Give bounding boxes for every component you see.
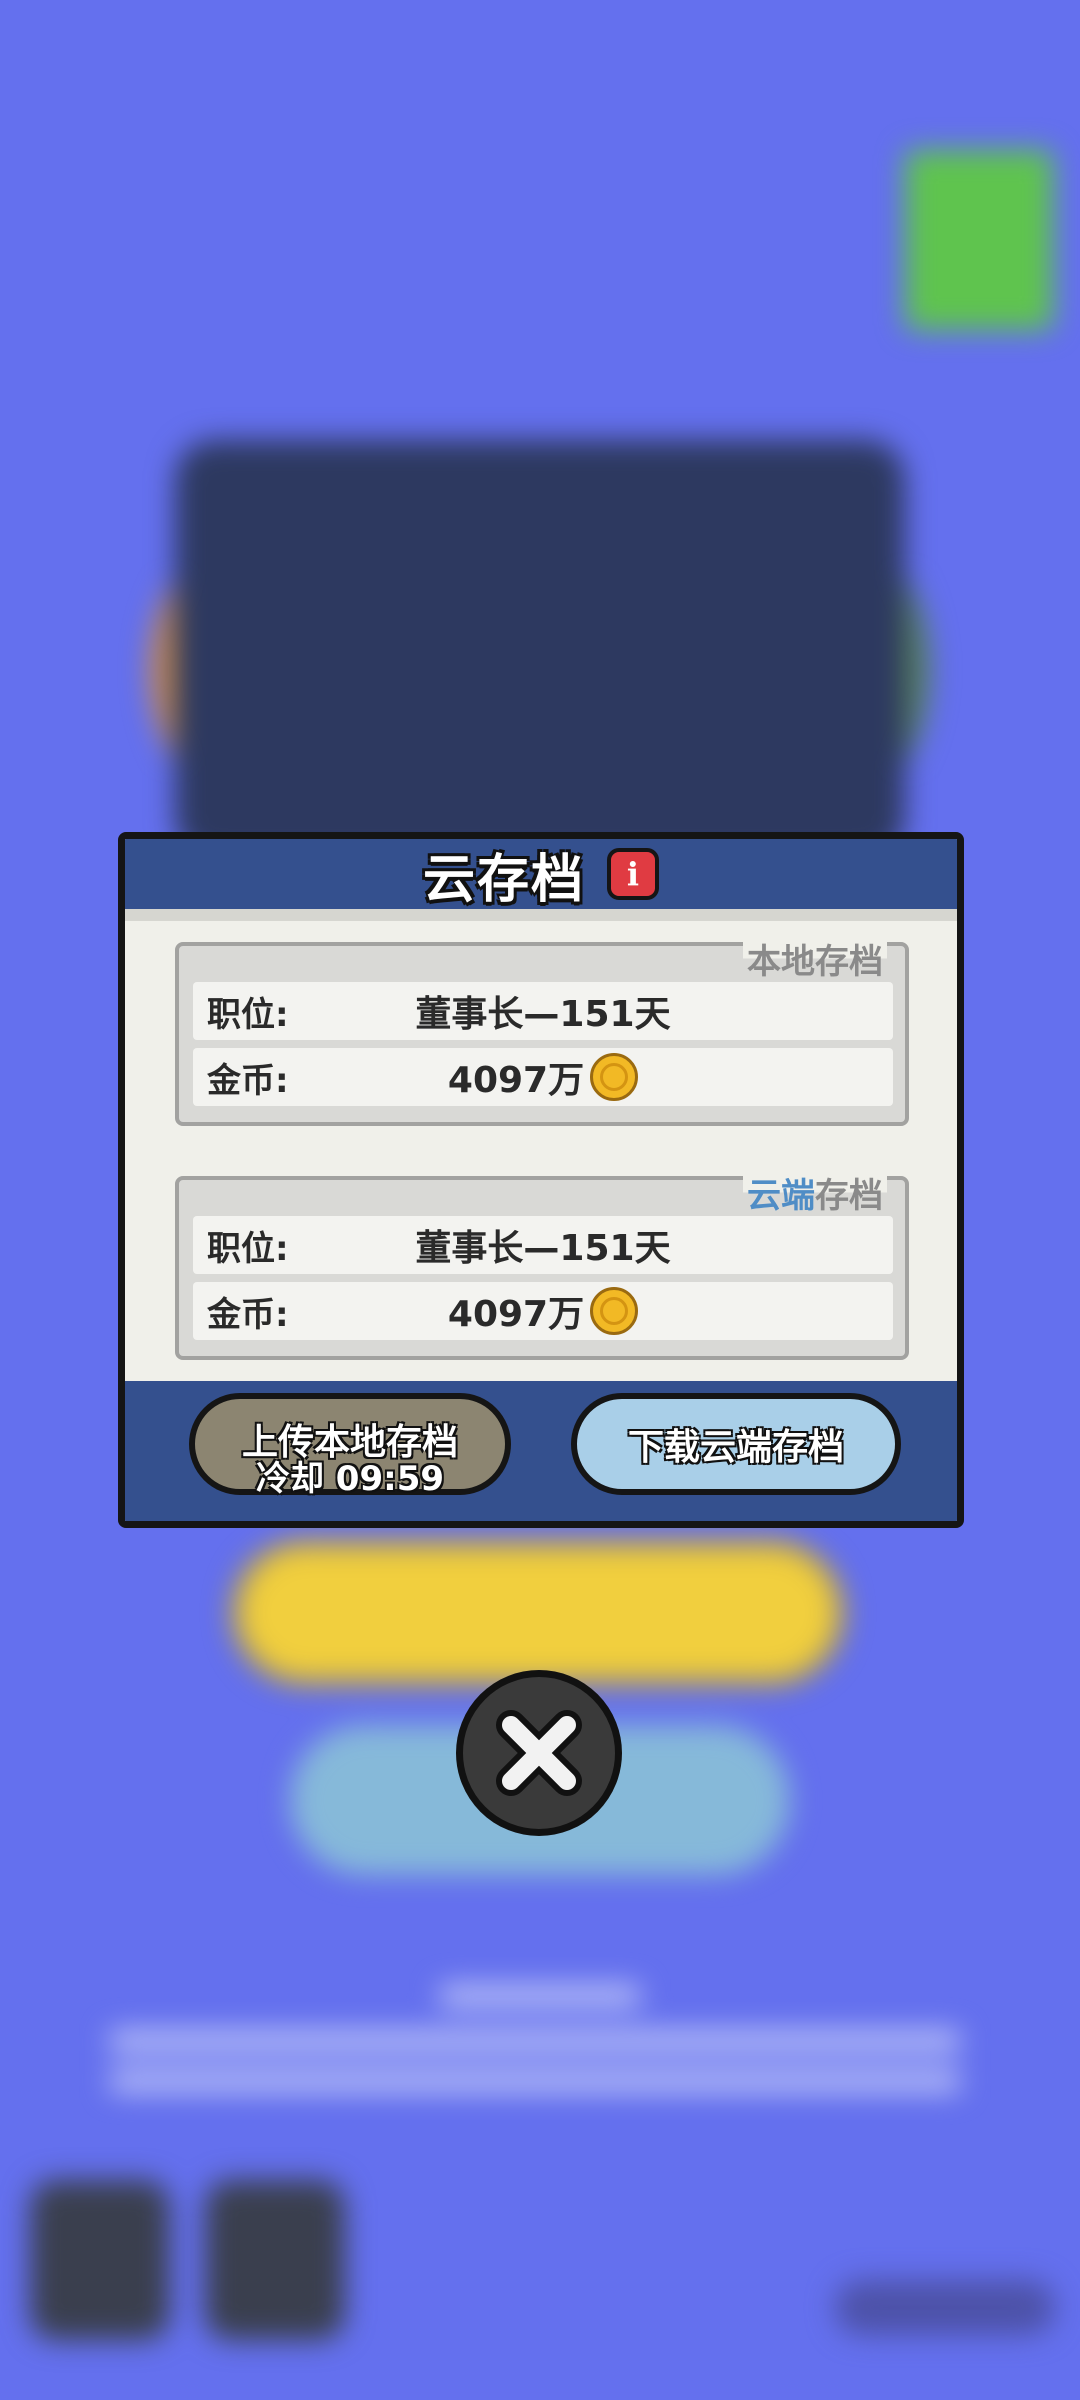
local-save-panel: 本地存档 职位: 董事长—151天 金币: 4097万 <box>175 934 909 1126</box>
dialog-title: 云存档 <box>422 849 585 910</box>
position-value: 董事长—151天 <box>415 1228 671 1269</box>
cloud-save-label-accent: 云端 <box>747 1176 815 1216</box>
local-position-row: 职位: 董事长—151天 <box>193 982 893 1040</box>
info-icon[interactable]: i <box>607 848 659 900</box>
cloud-position-row: 职位: 董事长—151天 <box>193 1216 893 1274</box>
download-cloud-save-button[interactable]: 下载云端存档 <box>571 1393 901 1495</box>
header-divider <box>125 909 957 921</box>
gold-value: 4097万 <box>447 1294 585 1335</box>
gold-value: 4097万 <box>447 1060 585 1101</box>
dialog-footer: 上传本地存档 冷却 09:59 下载云端存档 <box>125 1381 957 1521</box>
coin-icon-inner <box>600 1297 629 1325</box>
cloud-save-dialog: 云存档 i 本地存档 职位: 董事长—151天 金币: 4097万 云端存档 职… <box>118 832 964 1528</box>
download-button-label: 下载云端存档 <box>627 1427 844 1468</box>
dialog-header: 云存档 i <box>125 839 957 910</box>
background-bottom-pill <box>835 2280 1055 2335</box>
cloud-save-label-rest: 存档 <box>815 1176 883 1216</box>
coin-icon-inner <box>600 1063 629 1091</box>
cloud-save-panel: 云端存档 职位: 董事长—151天 金币: 4097万 <box>175 1168 909 1360</box>
background-green-badge <box>905 150 1053 330</box>
cloud-save-label: 云端存档 <box>743 1168 887 1217</box>
gold-value-group: 4097万 <box>193 1051 893 1103</box>
coin-icon <box>590 1053 639 1101</box>
local-save-label: 本地存档 <box>743 934 887 983</box>
cloud-gold-row: 金币: 4097万 <box>193 1282 893 1340</box>
background-yellow-button <box>232 1540 844 1685</box>
upload-cooldown-timer: 冷却 09:59 <box>255 1459 445 1499</box>
local-gold-row: 金币: 4097万 <box>193 1048 893 1106</box>
background-text-line <box>110 2070 960 2092</box>
background-text-line <box>440 1985 640 2007</box>
background-game-logo <box>175 440 905 860</box>
position-value: 董事长—151天 <box>415 994 671 1035</box>
background-bottom-button <box>205 2180 345 2340</box>
background-bottom-button <box>30 2180 170 2340</box>
close-button[interactable] <box>456 1670 622 1836</box>
close-icon <box>496 1710 582 1796</box>
background-text-line <box>110 2030 960 2052</box>
coin-icon <box>590 1287 639 1335</box>
gold-value-group: 4097万 <box>193 1285 893 1337</box>
